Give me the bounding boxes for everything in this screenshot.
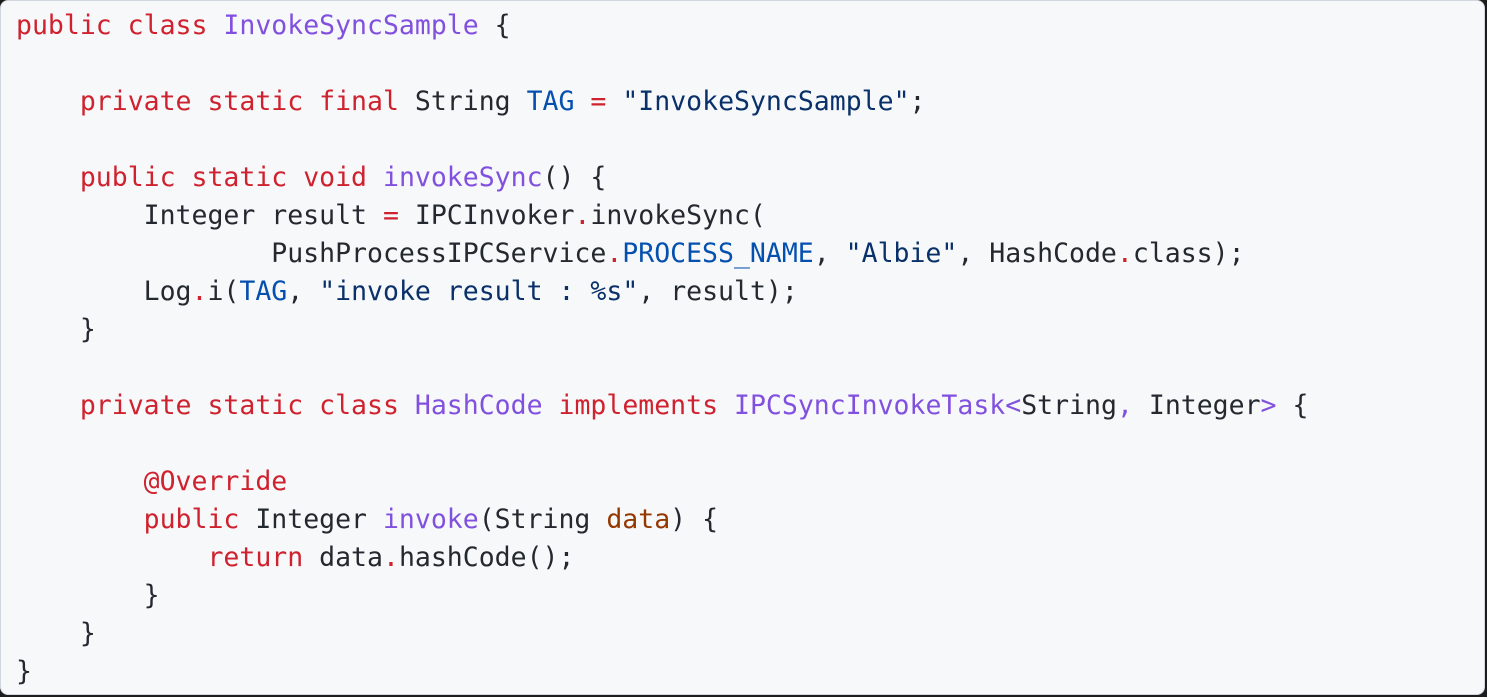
code-token-keyword: . <box>191 276 208 307</box>
code-token-plain: Integer <box>239 504 383 535</box>
code-token-plain: i( <box>207 276 240 307</box>
code-token-plain: class); <box>1132 238 1245 269</box>
code-token-keyword: @Override <box>143 466 288 497</box>
code-token-plain: { <box>1276 390 1309 421</box>
code-line: @Override <box>16 463 1308 501</box>
code-token-keyword: return <box>207 542 304 573</box>
code-token-plain: ) { <box>670 504 719 535</box>
code-line: } <box>16 615 1308 653</box>
code-token-method-name: invokeSync <box>382 162 543 193</box>
code-line: Log.i(TAG, "invoke result : %s", result)… <box>16 273 1308 311</box>
code-line: } <box>16 653 1308 691</box>
code-line: return data.hashCode(); <box>16 539 1308 577</box>
code-token-plain: } <box>16 580 160 611</box>
code-token-plain: , <box>813 238 846 269</box>
code-token-plain: } <box>16 618 96 649</box>
code-token-keyword: = <box>590 86 607 117</box>
code-token-plain: () { <box>542 162 607 193</box>
code-token-constant: PROCESS_NAME <box>622 238 814 269</box>
code-token-keyword: implements <box>558 390 719 421</box>
code-token-plain: , <box>287 276 320 307</box>
code-token-plain: Integer result <box>16 200 383 231</box>
code-token-parameter: data <box>606 504 671 535</box>
code-token-plain: IPCInvoker <box>398 200 575 231</box>
code-token-plain: hashCode(); <box>398 542 575 573</box>
code-token-plain: String <box>1021 390 1117 421</box>
code-token-plain: (String <box>478 504 607 535</box>
code-token-keyword: public <box>143 504 240 535</box>
code-line: } <box>16 577 1308 615</box>
code-line: private static class HashCode implements… <box>16 387 1309 425</box>
code-line: private static final String TAG = "Invok… <box>16 83 1308 121</box>
code-line: Integer result = IPCInvoker.invokeSync( <box>16 197 1308 235</box>
code-token-plain: Log <box>16 276 192 307</box>
code-token-keyword: public class <box>16 10 224 41</box>
code-token-constant: TAG <box>526 86 575 117</box>
code-snippet-panel: public class InvokeSyncSample { private … <box>0 0 1485 695</box>
code-token-plain: String <box>398 86 527 117</box>
code-line: public static void invokeSync() { <box>16 159 1308 197</box>
code-token-keyword: public static void <box>79 162 368 193</box>
code-token-keyword: . <box>382 542 399 573</box>
code-line: } <box>16 311 1308 349</box>
code-block: public class InvokeSyncSample { private … <box>16 7 1308 691</box>
code-token-keyword: private static final <box>79 86 399 117</box>
code-token-plain: data <box>303 542 383 573</box>
code-token-class-name: InvokeSyncSample <box>223 10 479 41</box>
code-token-plain: } <box>16 656 32 687</box>
code-token-keyword: . <box>574 200 591 231</box>
code-token-string: "invoke result : %s" <box>319 276 639 307</box>
code-token-class-name: HashCode <box>414 390 543 421</box>
code-token-plain: ; <box>909 86 926 117</box>
code-token-plain: PushProcessIPCService <box>16 238 607 269</box>
code-token-class-name: , <box>1116 390 1133 421</box>
code-token-plain: } <box>16 314 96 345</box>
code-token-plain: invokeSync( <box>590 200 766 231</box>
code-token-keyword: = <box>382 200 399 231</box>
code-token-plain: , HashCode <box>957 238 1117 269</box>
code-token-keyword: . <box>1116 238 1133 269</box>
code-token-string: "Albie" <box>845 238 958 269</box>
code-token-string: "InvokeSyncSample" <box>622 86 910 117</box>
code-line: public class InvokeSyncSample { <box>16 7 1308 45</box>
code-line: public Integer invoke(String data) { <box>16 501 1308 539</box>
code-token-plain: { <box>478 10 511 41</box>
code-token-keyword: . <box>606 238 623 269</box>
code-token-plain: Integer <box>1132 390 1261 421</box>
code-token-keyword: private static class <box>79 390 399 421</box>
code-token-plain: , result); <box>638 276 798 307</box>
code-token-constant: TAG <box>239 276 288 307</box>
code-line: PushProcessIPCService.PROCESS_NAME, "Alb… <box>16 235 1308 273</box>
code-token-class-name: IPCSyncInvokeTask< <box>734 390 1022 421</box>
code-token-class-name: > <box>1260 390 1277 421</box>
code-token-method-name: invoke <box>382 504 479 535</box>
